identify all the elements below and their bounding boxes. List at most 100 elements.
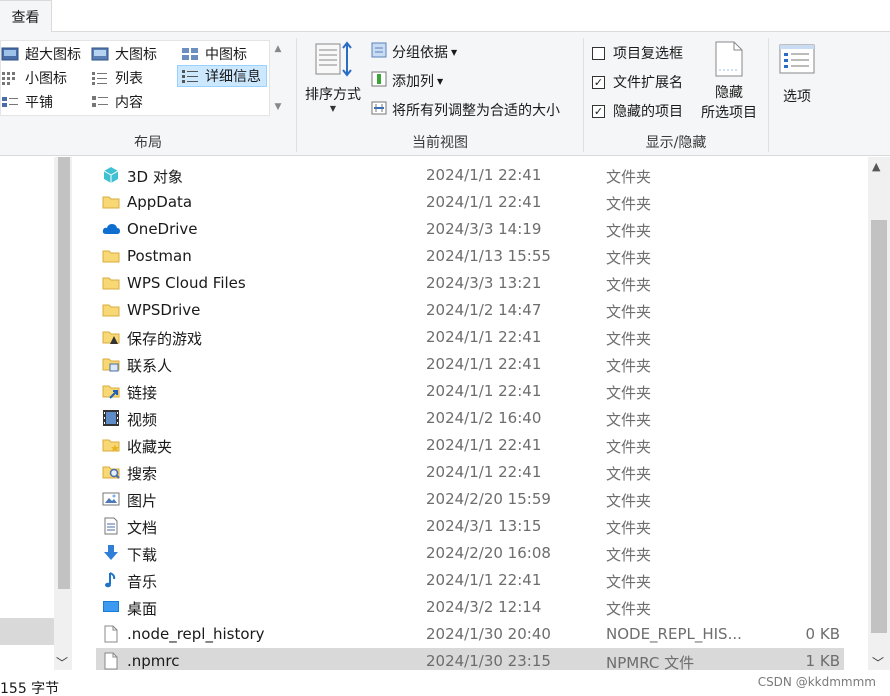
file-type: NODE_REPL_HIS...: [606, 625, 742, 643]
hidden-items-label: 隐藏的项目: [613, 104, 683, 120]
navigation-pane[interactable]: [0, 157, 54, 670]
table-row[interactable]: 收藏夹 2024/1/1 22:41 文件夹: [96, 432, 844, 459]
table-row[interactable]: OneDrive 2024/3/3 14:19 文件夹: [96, 216, 844, 243]
file-extensions-toggle[interactable]: ✓ 文件扩展名: [592, 71, 683, 93]
file-name: .node_repl_history: [127, 625, 265, 643]
contacts-icon: [102, 355, 120, 373]
item-checkboxes-checkbox[interactable]: [592, 46, 605, 60]
file-size: 1 KB: [805, 652, 840, 670]
chevron-up-icon[interactable]: ▲: [872, 160, 880, 173]
table-row[interactable]: AppData 2024/1/1 22:41 文件夹: [96, 189, 844, 216]
table-row[interactable]: 文档 2024/3/1 13:15 文件夹: [96, 513, 844, 540]
ribbon: 超大图标 大图标 中图标 小图标 列表 详细信息 平铺 内容 ▲ ▼ 布局 排序…: [0, 32, 890, 156]
item-checkboxes-label: 项目复选框: [613, 46, 683, 62]
chevron-down-icon[interactable]: ﹀: [872, 654, 884, 671]
layout-details[interactable]: 详细信息: [177, 65, 267, 87]
searches-icon: [102, 463, 120, 481]
table-row[interactable]: 链接 2024/1/1 22:41 文件夹: [96, 378, 844, 405]
file-name: .npmrc: [127, 652, 180, 670]
table-row[interactable]: 保存的游戏 2024/1/1 22:41 文件夹: [96, 324, 844, 351]
extra-large-icons-icon: [1, 47, 19, 61]
file-list: 3D 对象 2024/1/1 22:41 文件夹 AppData 2024/1/1 22…: [72, 157, 868, 675]
file-date-modified: 2024/3/1 13:15: [426, 517, 542, 535]
chevron-down-icon[interactable]: ﹀: [56, 654, 68, 671]
file-name: 收藏夹: [127, 438, 173, 456]
hide-selected-label-1: 隐藏: [715, 85, 743, 101]
layout-gallery-scroll[interactable]: ▲ ▼: [271, 40, 285, 116]
sort-by-button[interactable]: 排序方式 ▼: [303, 40, 363, 113]
file-type: 文件夹: [606, 276, 652, 294]
table-row[interactable]: 图片 2024/2/20 15:59 文件夹: [96, 486, 844, 513]
add-columns-icon: [371, 71, 387, 91]
file-size: 0 KB: [805, 625, 840, 643]
file-extensions-checkbox[interactable]: ✓: [592, 75, 605, 89]
file-type: 文件夹: [606, 600, 652, 618]
layout-medium-icons[interactable]: 中图标: [181, 43, 247, 65]
videos-icon: [102, 409, 120, 427]
tab-view[interactable]: 查看: [0, 0, 52, 33]
add-columns-button[interactable]: 添加列 ▼: [371, 70, 443, 92]
table-row[interactable]: 视频 2024/1/2 16:40 文件夹: [96, 405, 844, 432]
table-row[interactable]: .node_repl_history 2024/1/30 20:40 NODE_RE…: [96, 621, 844, 648]
table-row[interactable]: WPSDrive 2024/1/2 14:47 文件夹: [96, 297, 844, 324]
file-date-modified: 2024/1/2 16:40: [426, 409, 542, 427]
file-date-modified: 2024/3/3 13:21: [426, 274, 542, 292]
file-type: 文件夹: [606, 168, 652, 186]
file-date-modified: 2024/1/1 22:41: [426, 382, 542, 400]
group-divider: [768, 38, 769, 152]
chevron-up-icon[interactable]: ▲: [275, 44, 282, 54]
layout-small-icons[interactable]: 小图标: [1, 67, 67, 89]
small-icons-icon: [1, 71, 19, 85]
chevron-down-icon[interactable]: ▼: [275, 102, 282, 112]
item-checkboxes-toggle[interactable]: 项目复选框: [592, 42, 683, 64]
table-row[interactable]: 下载 2024/2/20 16:08 文件夹: [96, 540, 844, 567]
layout-tiles[interactable]: 平铺: [1, 91, 53, 113]
table-row[interactable]: 联系人 2024/1/1 22:41 文件夹: [96, 351, 844, 378]
layout-medium-icons-label: 中图标: [205, 47, 247, 63]
group-by-button[interactable]: 分组依据 ▼: [371, 41, 457, 63]
layout-large-icons[interactable]: 大图标: [91, 43, 157, 65]
file-list-scrollbar-thumb[interactable]: [871, 220, 887, 633]
table-row[interactable]: Postman 2024/1/13 15:55 文件夹: [96, 243, 844, 270]
hidden-items-toggle[interactable]: ✓ 隐藏的项目: [592, 100, 683, 122]
options-icon: [778, 42, 816, 80]
chevron-down-icon: ▼: [437, 76, 444, 86]
table-row[interactable]: 音乐 2024/1/1 22:41 文件夹: [96, 567, 844, 594]
layout-content-label: 内容: [115, 95, 143, 111]
file-type: 文件夹: [606, 546, 652, 564]
layout-content[interactable]: 内容: [91, 91, 143, 113]
navigation-scrollbar-thumb[interactable]: [58, 157, 70, 589]
fit-columns-button[interactable]: 将所有列调整为合适的大小: [371, 99, 560, 121]
file-name: 搜索: [127, 465, 158, 483]
show-hide-group: 项目复选框 ✓ 文件扩展名 ✓ 隐藏的项目 隐藏 所选项目 显示/隐藏: [584, 32, 768, 156]
layout-extra-large-icons[interactable]: 超大图标: [1, 43, 81, 65]
3d-objects-icon: [102, 166, 120, 184]
table-row[interactable]: 桌面 2024/3/2 12:14 文件夹: [96, 594, 844, 621]
chevron-down-icon: ▼: [451, 47, 458, 57]
hidden-items-checkbox[interactable]: ✓: [592, 104, 605, 118]
current-view-group: 排序方式 ▼ 分组依据 ▼ 添加列 ▼ 将所有列调整为合适的大小 当前视图: [297, 32, 583, 156]
large-icons-icon: [91, 47, 109, 61]
file-name: 3D 对象: [127, 168, 183, 186]
navigation-selected-item[interactable]: [0, 618, 54, 645]
file-date-modified: 2024/1/1 22:41: [426, 193, 542, 211]
table-row[interactable]: WPS Cloud Files 2024/3/3 13:21 文件夹: [96, 270, 844, 297]
file-name: 图片: [127, 492, 158, 510]
table-row[interactable]: 3D 对象 2024/1/1 22:41 文件夹: [96, 162, 844, 189]
options-button[interactable]: 选项: [772, 42, 822, 106]
hide-selected-label-2: 所选项目: [701, 105, 757, 121]
hide-selected-items-button[interactable]: 隐藏 所选项目: [696, 40, 762, 122]
file-date-modified: 2024/1/2 14:47: [426, 301, 542, 319]
table-row[interactable]: 搜索 2024/1/1 22:41 文件夹: [96, 459, 844, 486]
layout-tiles-label: 平铺: [25, 95, 53, 111]
file-date-modified: 2024/1/1 22:41: [426, 328, 542, 346]
file-extensions-label: 文件扩展名: [613, 75, 683, 91]
documents-icon: [102, 517, 120, 535]
sort-by-icon: [313, 40, 353, 84]
content-view-icon: [91, 95, 109, 109]
file-type: 文件夹: [606, 249, 652, 267]
layout-list[interactable]: 列表: [91, 67, 143, 89]
favorites-icon: [102, 436, 120, 454]
music-icon: [102, 571, 120, 589]
file-name: OneDrive: [127, 220, 198, 238]
